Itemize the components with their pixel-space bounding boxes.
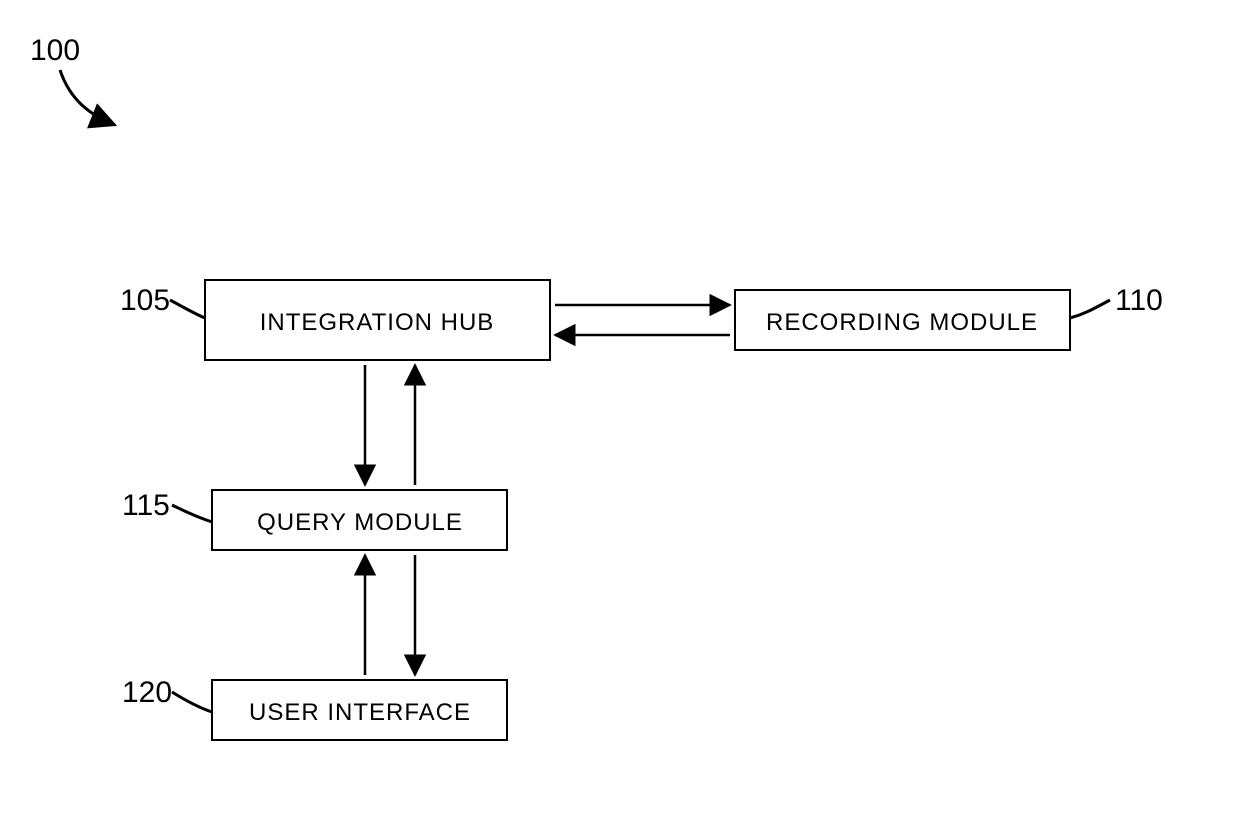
integration-hub-label: INTEGRATION HUB <box>260 309 495 336</box>
integration-hub-ref: 105 <box>120 284 170 317</box>
integration-hub-ref-leader <box>170 300 205 318</box>
query-module-ref: 115 <box>122 489 170 522</box>
recording-module-ref: 110 <box>1115 284 1163 317</box>
recording-module-label: RECORDING MODULE <box>766 309 1038 336</box>
diagram-ref-label: 100 <box>30 34 80 67</box>
query-module-ref-leader <box>172 505 212 522</box>
user-interface-ref: 120 <box>122 676 172 709</box>
recording-module-block: RECORDING MODULE <box>735 290 1070 350</box>
recording-module-ref-leader <box>1070 300 1110 318</box>
user-interface-label: USER INTERFACE <box>249 699 471 726</box>
user-interface-block: USER INTERFACE <box>212 680 507 740</box>
integration-hub-block: INTEGRATION HUB <box>205 280 550 360</box>
query-module-block: QUERY MODULE <box>212 490 507 550</box>
block-diagram: 100 INTEGRATION HUB 105 RECORDING MODULE… <box>0 0 1240 829</box>
diagram-ref-leader <box>60 70 115 125</box>
user-interface-ref-leader <box>172 692 212 712</box>
query-module-label: QUERY MODULE <box>257 509 463 536</box>
